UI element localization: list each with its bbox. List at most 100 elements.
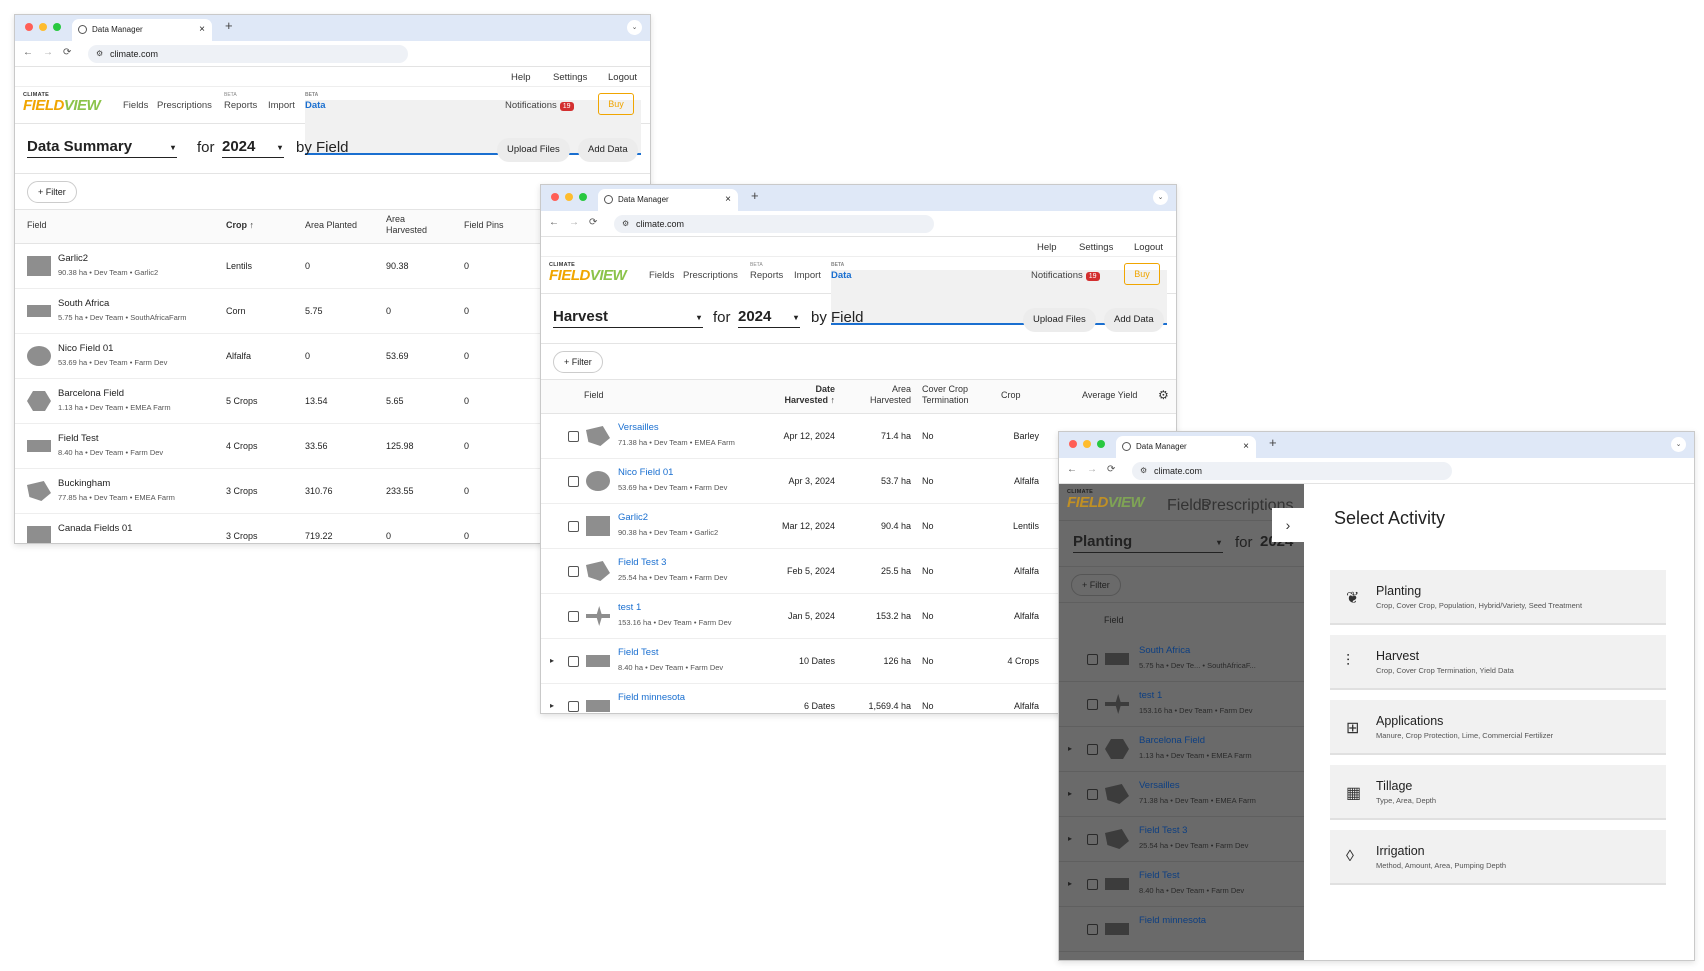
field-name-link[interactable]: Field Test 3 [618,557,666,568]
maximize-window-icon[interactable] [53,23,61,31]
col-crop[interactable]: Crop ↑ [226,220,254,230]
window-controls[interactable] [1069,440,1105,448]
expand-row-icon[interactable]: ▸ [550,701,554,710]
field-name-link[interactable]: Field Test [618,647,658,658]
col-average-yield[interactable]: Average Yield [1082,390,1137,400]
activity-option-applications[interactable]: ⊞ Applications Manure, Crop Protection, Li… [1330,700,1666,755]
site-info-icon[interactable]: ⚙ [1140,462,1147,480]
row-checkbox[interactable] [568,611,579,622]
field-name-link[interactable]: Garlic2 [618,512,648,523]
row-checkbox[interactable] [568,431,579,442]
maximize-window-icon[interactable] [579,193,587,201]
forward-arrow-icon[interactable]: → [43,47,53,58]
settings-link[interactable]: Settings [553,72,587,83]
nav-reports[interactable]: Reports [224,92,257,111]
field-name[interactable]: Buckingham [58,478,110,489]
field-name-link[interactable]: Field minnesota [618,692,685,703]
col-area-harvested[interactable]: Area Harvested [386,214,436,236]
url-input[interactable]: ⚙ climate.com [614,215,934,233]
nav-prescriptions[interactable]: Prescriptions [683,270,738,281]
row-checkbox[interactable] [568,521,579,532]
tab-list-chevron-icon[interactable]: ⌄ [1153,190,1168,205]
site-info-icon[interactable]: ⚙ [96,45,103,63]
tab-list-chevron-icon[interactable]: ⌄ [1671,437,1686,452]
nav-fields[interactable]: Fields [123,100,148,111]
field-name[interactable]: Barcelona Field [58,388,124,399]
row-checkbox[interactable] [568,566,579,577]
field-name[interactable]: South Africa [58,298,109,309]
col-field[interactable]: Field [584,390,604,400]
tab-close-icon[interactable]: × [199,19,205,41]
url-input[interactable]: ⚙ climate.com [88,45,408,63]
col-crop[interactable]: Crop [1001,390,1021,400]
expand-row-icon[interactable]: ▸ [550,656,554,665]
add-data-button[interactable]: Add Data [1104,308,1164,332]
close-window-icon[interactable] [25,23,33,31]
browser-tab[interactable]: Data Manager × [598,189,738,211]
forward-arrow-icon[interactable]: → [569,217,579,228]
reload-icon[interactable]: ⟳ [1107,464,1115,475]
help-link[interactable]: Help [1037,242,1057,253]
field-name[interactable]: Garlic2 [58,253,88,264]
col-area-planted[interactable]: Area Planted [305,220,357,230]
col-cover-crop-termination[interactable]: Cover Crop Termination [922,384,982,406]
new-tab-button[interactable]: + [751,188,759,203]
logout-link[interactable]: Logout [608,72,637,83]
field-name-link[interactable]: Nico Field 01 [618,467,673,478]
back-arrow-icon[interactable]: ← [23,47,33,58]
activity-option-planting[interactable]: ❦ Planting Crop, Cover Crop, Population, H… [1330,570,1666,625]
field-name[interactable]: Field Test [58,433,98,444]
settings-link[interactable]: Settings [1079,242,1113,253]
nav-fields[interactable]: Fields [649,270,674,281]
upload-files-button[interactable]: Upload Files [1023,308,1096,332]
back-arrow-icon[interactable]: ← [549,217,559,228]
col-field[interactable]: Field [27,220,47,230]
nav-import[interactable]: Import [268,100,295,111]
col-area-harvested[interactable]: Area Harvested [859,384,911,406]
activity-option-irrigation[interactable]: ◊ Irrigation Method, Amount, Area, Pumping… [1330,830,1666,885]
site-info-icon[interactable]: ⚙ [622,215,629,233]
reload-icon[interactable]: ⟳ [63,47,71,58]
forward-arrow-icon[interactable]: → [1087,464,1097,475]
close-window-icon[interactable] [1069,440,1077,448]
add-data-button[interactable]: Add Data [578,138,638,162]
upload-files-button[interactable]: Upload Files [497,138,570,162]
gear-icon[interactable]: ⚙ [1158,388,1169,402]
col-date-harvested[interactable]: Date Harvested ↑ [775,384,835,406]
minimize-window-icon[interactable] [39,23,47,31]
browser-tab[interactable]: Data Manager × [1116,436,1256,458]
field-name-link[interactable]: test 1 [618,602,641,613]
tab-close-icon[interactable]: × [725,189,731,211]
collapse-panel-chevron-icon[interactable]: › [1272,508,1304,542]
year-select[interactable]: 2024 ▾ [738,308,800,328]
nav-prescriptions[interactable]: Prescriptions [157,100,212,111]
logout-link[interactable]: Logout [1134,242,1163,253]
fieldview-logo[interactable]: CLIMATE FIELDVIEW [23,92,101,113]
field-name[interactable]: Canada Fields 01 [58,523,132,534]
fieldview-logo[interactable]: CLIMATE FIELDVIEW [549,262,627,283]
field-name[interactable]: Nico Field 01 [58,343,113,354]
browser-tab[interactable]: Data Manager × [72,19,212,41]
notifications-link[interactable]: Notifications 19 [1031,270,1100,281]
data-type-select[interactable]: Harvest ▾ [553,308,703,328]
new-tab-button[interactable]: + [225,18,233,33]
window-controls[interactable] [551,193,587,201]
notifications-link[interactable]: Notifications 19 [505,100,574,111]
row-checkbox[interactable] [568,701,579,712]
row-checkbox[interactable] [568,656,579,667]
activity-option-tillage[interactable]: ▦ Tillage Type, Area, Depth [1330,765,1666,820]
buy-button[interactable]: Buy [598,93,634,115]
activity-option-harvest[interactable]: ⫶ Harvest Crop, Cover Crop Termination, Yi… [1330,635,1666,690]
year-select[interactable]: 2024 ▾ [222,138,284,158]
url-input[interactable]: ⚙ climate.com [1132,462,1452,480]
col-field-pins[interactable]: Field Pins [464,220,504,230]
tab-close-icon[interactable]: × [1243,436,1249,458]
nav-import[interactable]: Import [794,270,821,281]
filter-button[interactable]: + Filter [27,181,77,203]
minimize-window-icon[interactable] [565,193,573,201]
window-controls[interactable] [25,23,61,31]
back-arrow-icon[interactable]: ← [1067,464,1077,475]
data-type-select[interactable]: Data Summary ▾ [27,138,177,158]
row-checkbox[interactable] [568,476,579,487]
maximize-window-icon[interactable] [1097,440,1105,448]
